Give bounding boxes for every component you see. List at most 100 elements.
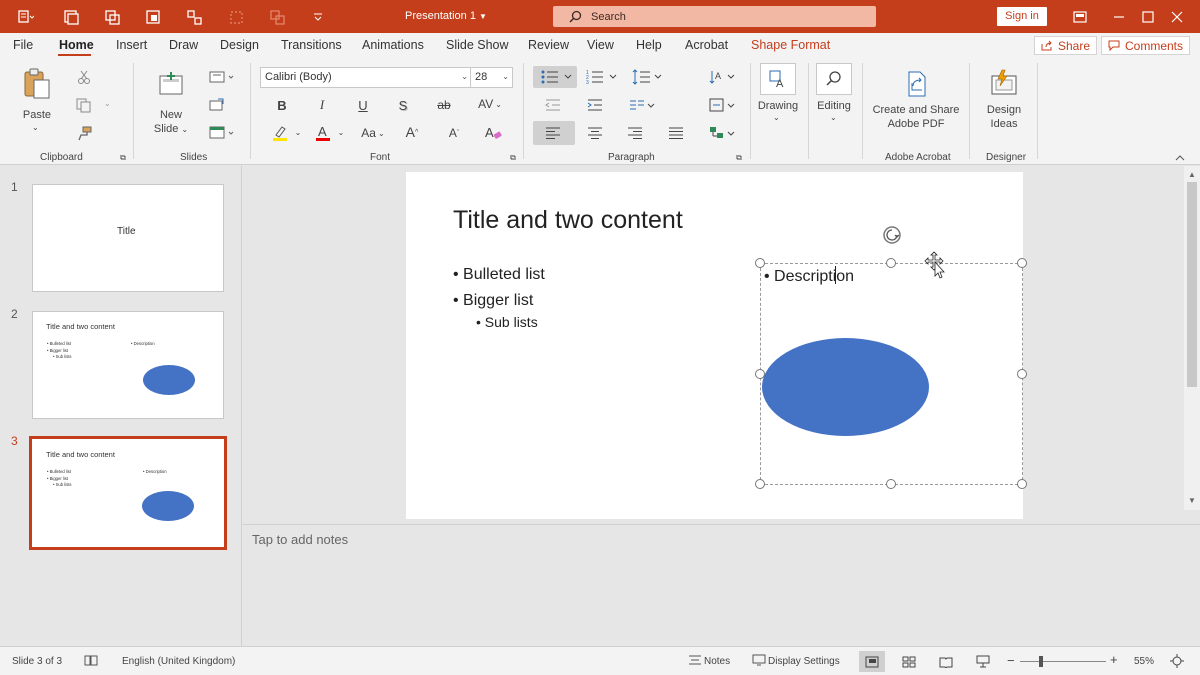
- document-title[interactable]: Presentation 1 ▼: [405, 10, 487, 22]
- arrange-icon[interactable]: [269, 8, 287, 26]
- slide-title[interactable]: Title and two content: [453, 206, 683, 235]
- columns-icon[interactable]: [628, 97, 656, 113]
- accessibility-icon[interactable]: [84, 654, 98, 667]
- tab-draw[interactable]: Draw: [169, 38, 198, 52]
- drawing-shapes-icon[interactable]: A: [760, 63, 796, 95]
- create-pdf-icon[interactable]: [902, 67, 932, 101]
- scrollbar-thumb[interactable]: [1187, 182, 1197, 387]
- resize-handle[interactable]: [755, 369, 765, 379]
- clear-formatting-icon[interactable]: A: [483, 123, 503, 143]
- tab-home[interactable]: Home: [59, 38, 94, 52]
- tab-file[interactable]: File: [13, 38, 33, 52]
- cut-icon[interactable]: [76, 69, 92, 85]
- close-icon[interactable]: [1168, 8, 1186, 26]
- drawing-dropdown-icon[interactable]: ⌄: [773, 111, 780, 125]
- tab-acrobat[interactable]: Acrobat: [685, 38, 728, 52]
- tab-shape-format[interactable]: Shape Format: [751, 38, 830, 52]
- ellipse-shape[interactable]: [762, 338, 929, 436]
- resize-handle[interactable]: [886, 258, 896, 268]
- slide-show-icon[interactable]: [970, 651, 996, 672]
- autosave-icon[interactable]: [17, 8, 35, 26]
- font-color-icon[interactable]: A: [313, 123, 333, 143]
- tab-review[interactable]: Review: [528, 38, 569, 52]
- format-painter-icon[interactable]: [76, 125, 92, 141]
- tab-slide-show[interactable]: Slide Show: [446, 38, 509, 52]
- notes-placeholder[interactable]: Tap to add notes: [252, 532, 348, 547]
- language-status[interactable]: English (United Kingdom): [122, 656, 235, 667]
- sign-in-button[interactable]: Sign in: [997, 7, 1047, 26]
- strikethrough-button[interactable]: ab: [434, 97, 454, 113]
- zoom-in-icon[interactable]: +: [1110, 652, 1118, 667]
- notes-icon[interactable]: [688, 654, 702, 666]
- tab-design[interactable]: Design: [220, 38, 259, 52]
- copy-icon[interactable]: [74, 97, 92, 113]
- align-text-icon[interactable]: [708, 97, 736, 113]
- smartart-icon[interactable]: [708, 125, 736, 141]
- font-name-select[interactable]: Calibri (Body) ⌄: [260, 67, 472, 88]
- sub-bullet-item[interactable]: • Sub lists: [476, 314, 538, 330]
- bullet-item[interactable]: • Bigger list: [453, 292, 533, 310]
- bullet-item[interactable]: • Bulleted list: [453, 266, 545, 284]
- increase-indent-icon[interactable]: [586, 97, 604, 113]
- underline-button[interactable]: U: [354, 97, 372, 113]
- font-size-select[interactable]: 28 ⌄: [470, 67, 513, 88]
- vertical-scrollbar[interactable]: ▲ ▼: [1184, 166, 1200, 510]
- design-ideas-label-1[interactable]: Design: [980, 103, 1028, 117]
- display-settings-icon[interactable]: [752, 654, 766, 666]
- resize-handle[interactable]: [755, 479, 765, 489]
- save-icon[interactable]: [62, 8, 80, 26]
- layout-icon[interactable]: [144, 8, 162, 26]
- tab-animations[interactable]: Animations: [362, 38, 424, 52]
- highlight-dropdown-icon[interactable]: ⌄: [293, 125, 303, 139]
- new-slide-icon[interactable]: [156, 69, 186, 99]
- zoom-slider-track[interactable]: [1020, 661, 1106, 662]
- align-center-icon[interactable]: [586, 125, 604, 141]
- ribbon-display-icon[interactable]: [1071, 8, 1089, 26]
- rotate-handle-icon[interactable]: [881, 224, 903, 246]
- slide-thumbnail-1[interactable]: Title: [32, 184, 224, 292]
- editing-dropdown-icon[interactable]: ⌄: [830, 111, 837, 125]
- paste-label[interactable]: Paste: [20, 108, 54, 122]
- slide-thumbnail-3[interactable]: Title and two content • Bulleted list • …: [29, 436, 227, 550]
- zoom-slider-thumb[interactable]: [1039, 656, 1043, 667]
- editing-search-icon[interactable]: [816, 63, 852, 95]
- notes-button[interactable]: Notes: [704, 656, 730, 667]
- normal-view-icon[interactable]: [859, 651, 885, 672]
- reading-view-icon[interactable]: [933, 651, 959, 672]
- shadow-button[interactable]: S: [394, 97, 412, 113]
- customize-quick-access-icon[interactable]: [309, 8, 327, 26]
- design-ideas-icon[interactable]: [988, 67, 1020, 101]
- duplicate-icon[interactable]: [103, 8, 121, 26]
- maximize-icon[interactable]: [1139, 8, 1157, 26]
- paste-icon[interactable]: [22, 67, 52, 101]
- character-spacing-button[interactable]: AV ⌄: [475, 95, 505, 113]
- resize-handle[interactable]: [1017, 258, 1027, 268]
- tab-view[interactable]: View: [587, 38, 614, 52]
- slide-thumbnail-2[interactable]: Title and two content • Bulleted list • …: [32, 311, 224, 419]
- grow-font-button[interactable]: A ^: [402, 123, 422, 141]
- align-icon[interactable]: [228, 8, 246, 26]
- create-pdf-label-1[interactable]: Create and Share: [870, 103, 962, 117]
- font-launcher-icon[interactable]: ⧉: [508, 153, 518, 163]
- resize-handle[interactable]: [1017, 479, 1027, 489]
- tab-transitions[interactable]: Transitions: [281, 38, 342, 52]
- group-icon[interactable]: [186, 8, 204, 26]
- paragraph-launcher-icon[interactable]: ⧉: [734, 153, 744, 163]
- zoom-out-icon[interactable]: −: [1007, 653, 1015, 668]
- align-right-icon[interactable]: [626, 125, 644, 141]
- resize-handle[interactable]: [755, 258, 765, 268]
- copy-dropdown-icon[interactable]: ⌄: [104, 97, 111, 111]
- italic-button[interactable]: I: [313, 97, 331, 113]
- create-pdf-label-2[interactable]: Adobe PDF: [870, 117, 962, 131]
- fit-to-window-icon[interactable]: [1170, 654, 1184, 668]
- new-slide-label-2[interactable]: Slide ⌄: [148, 122, 194, 137]
- design-ideas-label-2[interactable]: Ideas: [980, 117, 1028, 131]
- section-icon[interactable]: [208, 125, 236, 141]
- font-color-dropdown-icon[interactable]: ⌄: [336, 125, 346, 139]
- search-box[interactable]: Search: [553, 6, 876, 27]
- tab-help[interactable]: Help: [636, 38, 662, 52]
- collapse-ribbon-icon[interactable]: [1174, 153, 1186, 163]
- resize-handle[interactable]: [886, 479, 896, 489]
- resize-handle[interactable]: [1017, 369, 1027, 379]
- numbering-icon[interactable]: 123: [585, 68, 619, 86]
